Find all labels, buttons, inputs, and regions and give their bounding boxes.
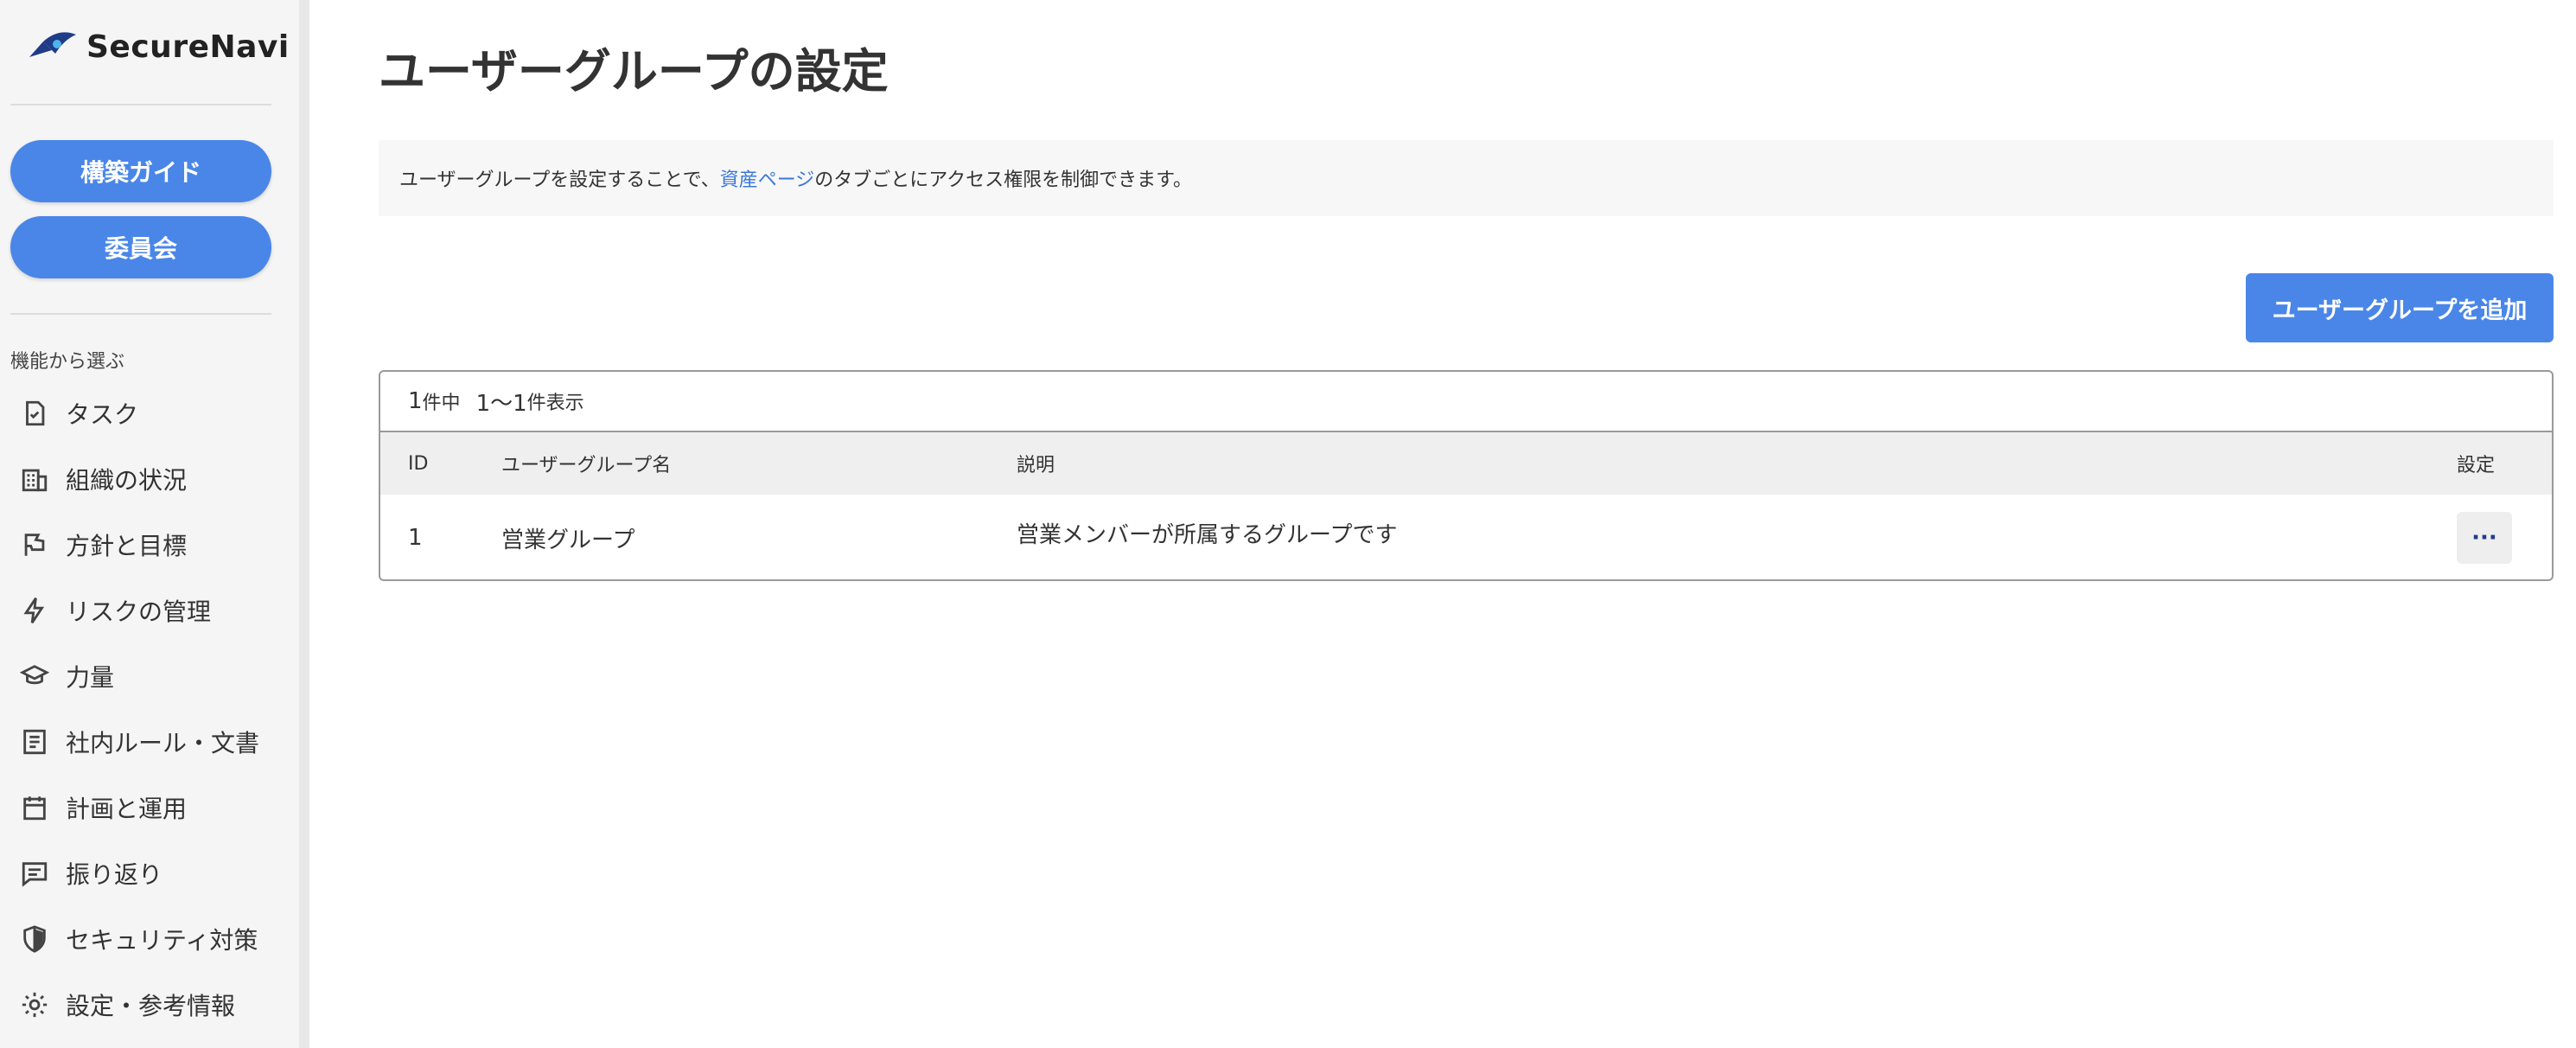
shield-icon: [19, 923, 50, 955]
sidebar-item-label: リスクの管理: [66, 597, 212, 626]
calendar-icon: [19, 792, 50, 823]
section-label: 機能から選ぶ: [10, 351, 125, 373]
table-header: ID ユーザーグループ名 説明 設定: [380, 432, 2552, 495]
count-total-suffix: 件中: [422, 393, 461, 414]
sidebar-item-task[interactable]: タスク: [10, 380, 287, 446]
sidebar-item-review[interactable]: 振り返り: [10, 840, 287, 906]
sidebar-item-policy[interactable]: 方針と目標: [10, 512, 287, 578]
lightning-icon: [19, 595, 50, 626]
count-range: 1〜1: [475, 390, 527, 417]
committee-button[interactable]: 委員会: [10, 216, 271, 278]
count-range-suffix: 件表示: [526, 393, 584, 414]
cell-description: 営業メンバーが所属するグループです: [1017, 522, 1398, 548]
header-description: 説明: [1017, 455, 1055, 476]
asset-page-link[interactable]: 資産ページ: [720, 164, 815, 192]
info-text-prefix: ユーザーグループを設定することで、: [399, 169, 720, 191]
sidebar-item-label: セキュリティ対策: [66, 926, 258, 955]
sidebar-item-planning[interactable]: 計画と運用: [10, 775, 287, 840]
sidebar-item-label: 組織の状況: [66, 466, 188, 495]
row-menu-button[interactable]: ···: [2457, 512, 2512, 564]
sidebar-item-label: 社内ルール・文書: [66, 729, 260, 757]
gear-icon: [19, 989, 50, 1020]
header-settings: 設定: [2457, 455, 2496, 476]
count-total: 1: [408, 388, 423, 414]
brand-logo[interactable]: SecureNavi: [26, 26, 290, 67]
graduation-cap-icon: [19, 661, 50, 692]
user-group-table: 1 件中 1〜1 件表示 ID ユーザーグループ名 説明 設定 1 営業グループ…: [379, 370, 2554, 581]
sidebar-item-competence[interactable]: 力量: [10, 643, 287, 709]
add-user-group-button[interactable]: ユーザーグループを追加: [2246, 273, 2554, 342]
info-box: ユーザーグループを設定することで、 資産ページ のタブごとにアクセス権限を制御で…: [379, 140, 2554, 216]
sidebar-item-label: 計画と運用: [66, 795, 188, 823]
document-icon: [19, 726, 50, 757]
sidebar-item-organization[interactable]: 組織の状況: [10, 446, 287, 512]
securenavi-logo-icon: [29, 32, 76, 57]
brand-name: SecureNavi: [86, 29, 290, 65]
task-check-icon: [19, 398, 50, 429]
sidebar-divider: [10, 104, 271, 105]
building-icon: [19, 463, 50, 495]
flag-icon: [19, 529, 50, 560]
table-row: 1 営業グループ 営業メンバーが所属するグループです ···: [380, 495, 2552, 579]
sidebar-item-label: 振り返り: [66, 860, 163, 889]
info-text-suffix: のタブごとにアクセス権限を制御できます。: [814, 169, 1192, 191]
sidebar-item-security[interactable]: セキュリティ対策: [10, 906, 287, 972]
sidebar-item-label: 力量: [66, 663, 115, 692]
result-count: 1 件中 1〜1 件表示: [380, 372, 2552, 432]
cell-name: 営業グループ: [501, 527, 635, 553]
sidebar-item-label: 方針と目標: [66, 532, 188, 560]
sidebar-item-label: 設定・参考情報: [66, 992, 236, 1020]
sidebar-nav: タスク 組織の状況 方針と目標 リスクの管理 力量 社内ルール・文書 計画と運用…: [10, 380, 287, 1038]
sidebar-item-label: タスク: [66, 400, 139, 429]
sidebar: SecureNavi 構築ガイド 委員会 機能から選ぶ タスク 組織の状況 方針…: [0, 0, 299, 1048]
page-title: ユーザーグループの設定: [379, 44, 889, 99]
sidebar-item-rules[interactable]: 社内ルール・文書: [10, 709, 287, 775]
comment-icon: [19, 858, 50, 889]
sidebar-divider: [10, 313, 271, 315]
sidebar-scrollbar[interactable]: [299, 0, 309, 1048]
sidebar-item-risk[interactable]: リスクの管理: [10, 578, 287, 643]
header-id: ID: [408, 452, 429, 475]
sidebar-item-settings[interactable]: 設定・参考情報: [10, 972, 287, 1038]
cell-id: 1: [408, 525, 423, 551]
construction-guide-button[interactable]: 構築ガイド: [10, 140, 271, 202]
main-content: ユーザーグループの設定 ユーザーグループを設定することで、 資産ページ のタブご…: [379, 0, 2554, 1048]
header-name: ユーザーグループ名: [501, 455, 672, 476]
